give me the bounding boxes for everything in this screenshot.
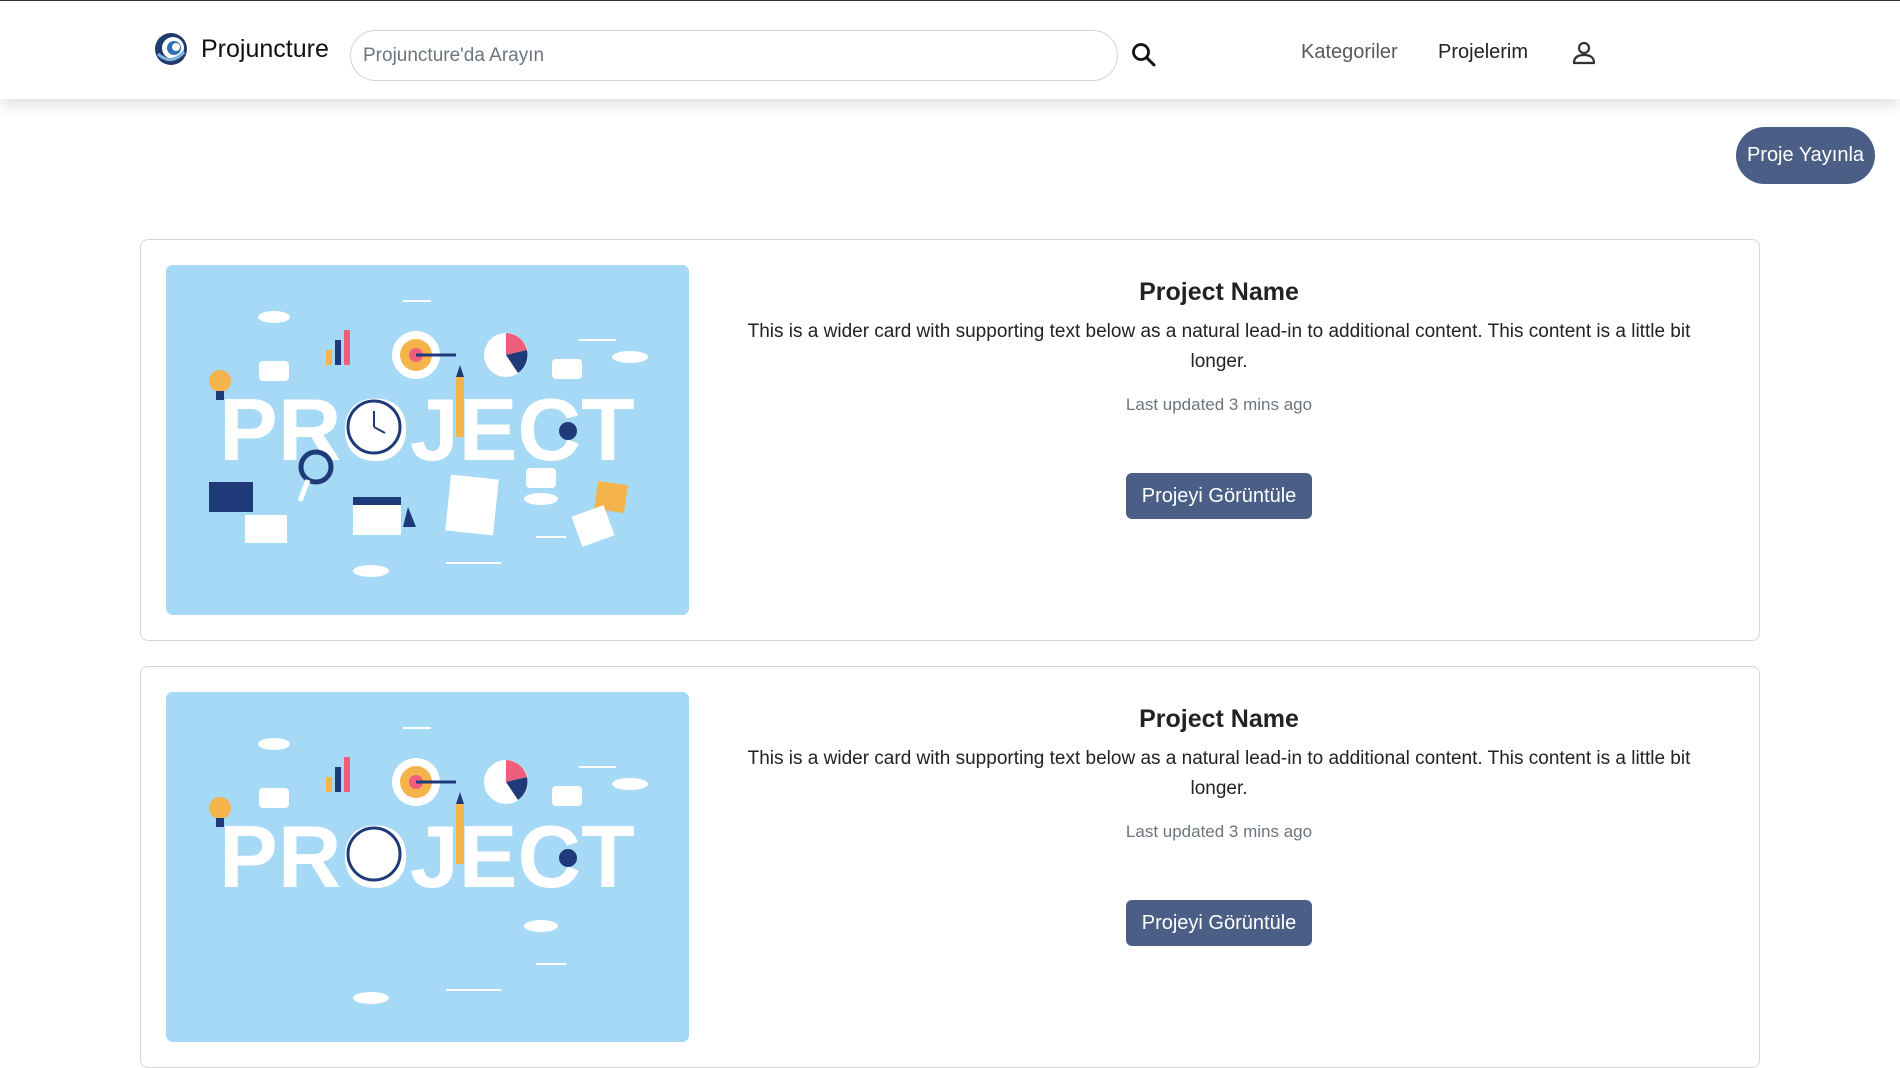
- brand-name: Projuncture: [201, 34, 329, 63]
- card-title: Project Name: [1139, 705, 1299, 733]
- card-updated-time: Last updated 3 mins ago: [1125, 822, 1313, 841]
- view-project-button[interactable]: Projeyi Görüntüle: [1125, 900, 1313, 946]
- user-profile-button[interactable]: [1570, 39, 1598, 67]
- project-illustration: PROJECT: [166, 692, 689, 1042]
- view-project-button[interactable]: Projeyi Görüntüle: [1125, 473, 1313, 519]
- search-input[interactable]: [350, 30, 1118, 81]
- search-icon: [1132, 43, 1156, 67]
- card-updated-time: Last updated 3 mins ago: [1125, 395, 1313, 414]
- brand[interactable]: Projuncture: [154, 29, 329, 69]
- card-description: This is a wider card with supporting tex…: [747, 321, 1691, 372]
- project-card: PROJECT Project Name This is a wider car…: [140, 666, 1760, 1068]
- nav-my-projects-link[interactable]: Projelerim: [1438, 41, 1528, 64]
- card-title: Project Name: [1139, 278, 1299, 306]
- top-navbar: Projuncture Kategoriler Projelerim: [0, 1, 1900, 99]
- search-button[interactable]: [1128, 39, 1160, 71]
- nav-categories-link[interactable]: Kategoriler: [1301, 41, 1398, 64]
- brand-logo-icon: [155, 33, 187, 65]
- project-image: PROJECT: [166, 265, 689, 615]
- publish-project-button[interactable]: Proje Yayınla: [1736, 127, 1875, 184]
- project-illustration: PROJECT: [166, 265, 689, 615]
- project-image: PROJECT: [166, 692, 689, 1042]
- card-description: This is a wider card with supporting tex…: [747, 748, 1691, 799]
- card-body: Project Name This is a wider card with s…: [709, 692, 1729, 946]
- card-body: Project Name This is a wider card with s…: [709, 265, 1729, 519]
- project-card: PROJECT Project Name This is a wider car…: [140, 239, 1760, 641]
- user-icon: [1572, 41, 1596, 65]
